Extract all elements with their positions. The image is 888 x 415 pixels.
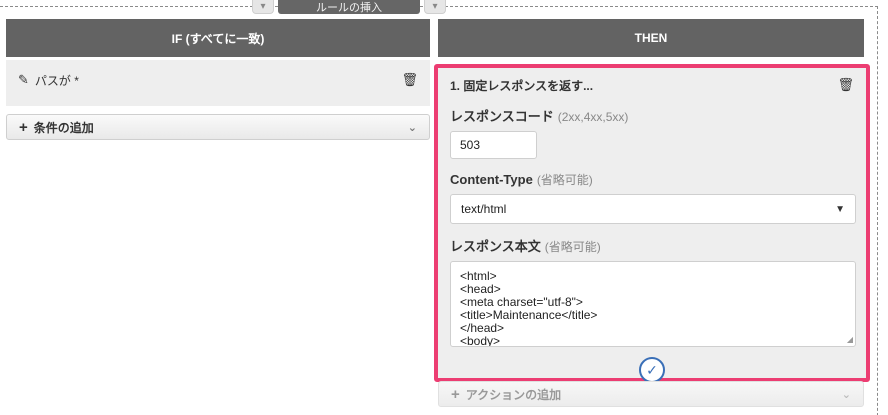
resize-handle-icon[interactable]: ◢	[847, 335, 853, 344]
response-body-textarea[interactable]: <html> <head> <meta charset="utf-8"> <ti…	[450, 261, 856, 347]
content-type-value: text/html	[461, 202, 507, 216]
add-action-button[interactable]: + アクションの追加 ⌄	[438, 381, 864, 407]
body-line: <title>Maintenance</title>	[460, 308, 598, 322]
pencil-icon[interactable]: ✎	[18, 72, 29, 88]
confirm-check-icon[interactable]: ✓	[639, 357, 665, 383]
body-line: </head>	[460, 321, 505, 335]
action-card: 1. 固定レスポンスを返す... 🗑 レスポンスコード (2xx,4xx,5xx)…	[434, 64, 870, 383]
plus-icon: +	[19, 118, 28, 136]
insert-rule-button[interactable]: ルールの挿入	[278, 0, 420, 14]
add-action-label: アクションの追加	[465, 387, 562, 402]
caret-down-icon: ▼	[835, 203, 845, 215]
content-type-hint: (省略可能)	[536, 173, 593, 187]
response-body-label: レスポンス本文 (省略可能)	[450, 236, 854, 255]
action-title: 1. 固定レスポンスを返す...	[450, 78, 594, 93]
trash-icon[interactable]: 🗑	[837, 77, 854, 93]
response-body-hint: (省略可能)	[544, 240, 601, 254]
then-column-header: THEN	[438, 19, 864, 57]
add-condition-button[interactable]: + 条件の追加 ⌄	[6, 114, 430, 140]
response-body-label-text: レスポンス本文	[450, 239, 541, 254]
drag-handle-left-icon[interactable]: ▾	[252, 0, 274, 14]
insert-rule-bar: ▾ ルールの挿入 ▾	[252, 0, 446, 14]
chevron-down-icon: ⌄	[841, 388, 851, 401]
response-code-label-text: レスポンスコード	[450, 109, 554, 124]
response-code-input[interactable]: 503	[450, 131, 537, 159]
content-type-label: Content-Type (省略可能)	[450, 171, 854, 188]
condition-text: パスが *	[34, 74, 79, 88]
plus-icon: +	[451, 385, 460, 403]
chevron-down-icon: ⌄	[407, 121, 417, 134]
response-code-hint: (2xx,4xx,5xx)	[557, 110, 629, 124]
response-code-label: レスポンスコード (2xx,4xx,5xx)	[450, 106, 854, 125]
body-line: <body>	[460, 334, 501, 347]
content-type-label-text: Content-Type	[450, 172, 533, 187]
drag-handle-right-icon[interactable]: ▾	[424, 0, 446, 14]
if-column-header: IF (すべてに一致)	[6, 19, 430, 57]
trash-icon[interactable]: 🗑	[401, 72, 418, 88]
content-type-select[interactable]: text/html ▼	[450, 194, 856, 224]
add-condition-label: 条件の追加	[33, 120, 94, 135]
condition-row[interactable]: ✎ パスが * 🗑	[6, 60, 430, 106]
body-line: <html>	[460, 269, 497, 283]
